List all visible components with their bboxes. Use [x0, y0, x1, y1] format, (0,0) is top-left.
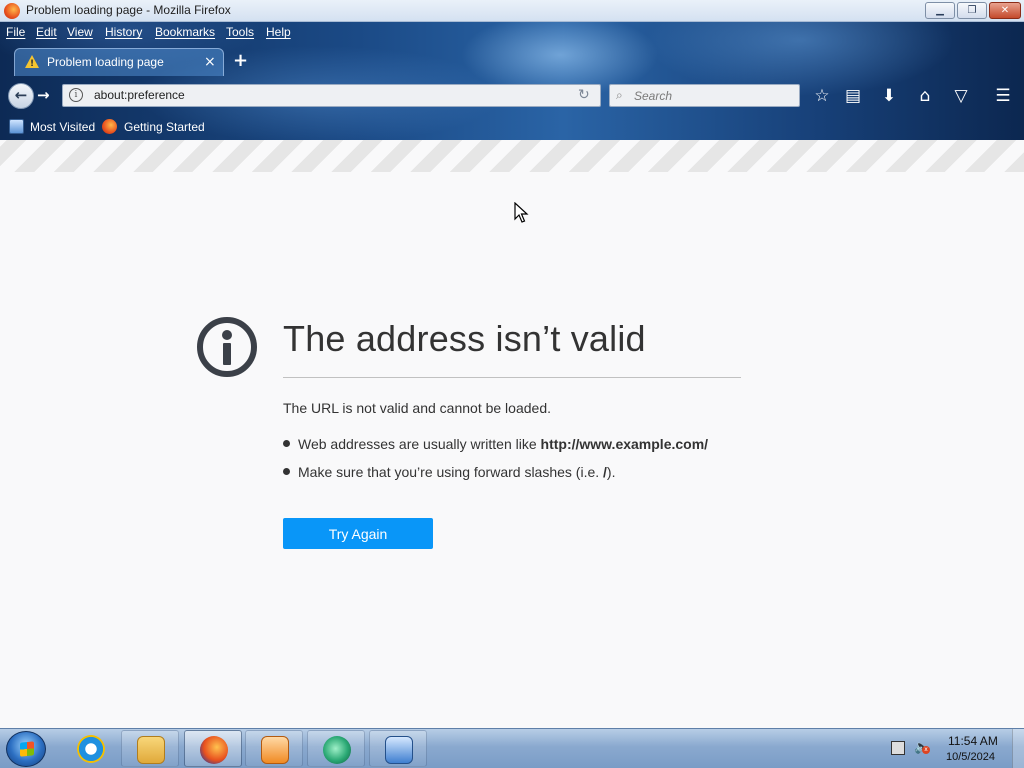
- back-button[interactable]: ←: [8, 83, 34, 109]
- tab-close-icon[interactable]: ×: [204, 54, 216, 70]
- firefox-icon: [102, 119, 117, 134]
- bookmarks-toolbar: Most Visited Getting Started: [0, 117, 1024, 139]
- tab-problem-loading[interactable]: ! Problem loading page ×: [14, 48, 224, 76]
- reload-icon[interactable]: ↻: [578, 87, 590, 103]
- menu-history[interactable]: History: [105, 25, 142, 39]
- url-text[interactable]: about:preference: [94, 88, 185, 102]
- bullet-icon: [283, 439, 290, 447]
- list-item: Web addresses are usually written like h…: [283, 436, 708, 452]
- downloads-icon[interactable]: ⬇: [877, 84, 901, 108]
- media-player-icon: [261, 736, 289, 764]
- search-icon: ⌕: [616, 88, 623, 102]
- maximize-button[interactable]: ❐: [957, 2, 987, 19]
- info-icon[interactable]: i: [69, 88, 83, 102]
- folder-icon: [137, 736, 165, 764]
- taskbar-media-player[interactable]: [245, 730, 303, 767]
- taskbar-firefox[interactable]: [184, 730, 242, 767]
- tab-strip: ! Problem loading page × +: [0, 44, 1024, 76]
- firefox-icon: [4, 3, 20, 19]
- start-button[interactable]: [6, 731, 46, 767]
- control-panel-icon: [385, 736, 413, 764]
- volume-muted-icon: x: [922, 746, 930, 754]
- search-bar[interactable]: ⌕: [609, 84, 800, 107]
- bookmark-most-visited[interactable]: Most Visited: [30, 120, 95, 134]
- new-tab-button[interactable]: +: [233, 50, 248, 71]
- taskbar-internet-explorer[interactable]: [62, 730, 120, 767]
- reading-list-icon[interactable]: ▤: [841, 84, 865, 108]
- title-bar: Problem loading page - Mozilla Firefox ▁…: [0, 0, 1024, 22]
- browser-chrome: Problem loading page - Mozilla Firefox ▁…: [0, 0, 1024, 140]
- menu-tools[interactable]: Tools: [226, 25, 254, 39]
- forward-button[interactable]: →: [37, 86, 50, 104]
- hamburger-menu-icon[interactable]: ☰: [991, 84, 1015, 108]
- menu-file[interactable]: File: [6, 25, 25, 39]
- title-divider: [283, 377, 741, 378]
- network-icon[interactable]: [891, 741, 905, 755]
- list-item: Make sure that you’re using forward slas…: [283, 464, 615, 480]
- taskbar-control-panel[interactable]: [369, 730, 427, 767]
- search-input[interactable]: [634, 87, 794, 104]
- url-bar[interactable]: i about:preference ↻: [62, 84, 601, 107]
- bookmark-star-icon[interactable]: ☆: [810, 84, 834, 108]
- clock-date[interactable]: 10/5/2024: [946, 751, 995, 763]
- taskbar: 🔈 x 11:54 AM 10/5/2024: [0, 728, 1024, 768]
- windows-logo-icon: [20, 741, 34, 757]
- show-desktop-button[interactable]: [1012, 729, 1024, 768]
- mouse-cursor-icon: [514, 202, 529, 223]
- window-title: Problem loading page - Mozilla Firefox: [26, 3, 231, 17]
- bookmark-getting-started[interactable]: Getting Started: [124, 120, 205, 134]
- close-button[interactable]: ✕: [989, 2, 1021, 19]
- menu-edit[interactable]: Edit: [36, 25, 57, 39]
- clock-time[interactable]: 11:54 AM: [948, 734, 998, 748]
- menu-help[interactable]: Help: [266, 25, 291, 39]
- tab-label: Problem loading page: [47, 55, 164, 69]
- taskbar-file-explorer[interactable]: [121, 730, 179, 767]
- menu-bar: File Edit View History Bookmarks Tools H…: [0, 22, 1024, 42]
- error-stripe-banner: [0, 140, 1024, 172]
- error-title: The address isn’t valid: [283, 318, 646, 359]
- taskbar-app[interactable]: [307, 730, 365, 767]
- minimize-button[interactable]: ▁: [925, 2, 955, 19]
- firefox-icon: [200, 736, 228, 764]
- most-visited-icon: [9, 119, 24, 134]
- info-circle-icon: [197, 317, 257, 377]
- home-icon[interactable]: ⌂: [913, 84, 937, 108]
- menu-view[interactable]: View: [67, 25, 93, 39]
- app-icon: [323, 736, 351, 764]
- bullet-icon: [283, 467, 290, 475]
- error-description: The URL is not valid and cannot be loade…: [283, 400, 551, 416]
- menu-bookmarks[interactable]: Bookmarks: [155, 25, 215, 39]
- navigation-bar: ← → i about:preference ↻ ⌕ ☆ ▤ ⬇ ⌂ ▽ ☰: [0, 80, 1024, 112]
- pocket-icon[interactable]: ▽: [949, 84, 973, 108]
- internet-explorer-icon: [77, 735, 105, 763]
- try-again-button[interactable]: Try Again: [283, 518, 433, 549]
